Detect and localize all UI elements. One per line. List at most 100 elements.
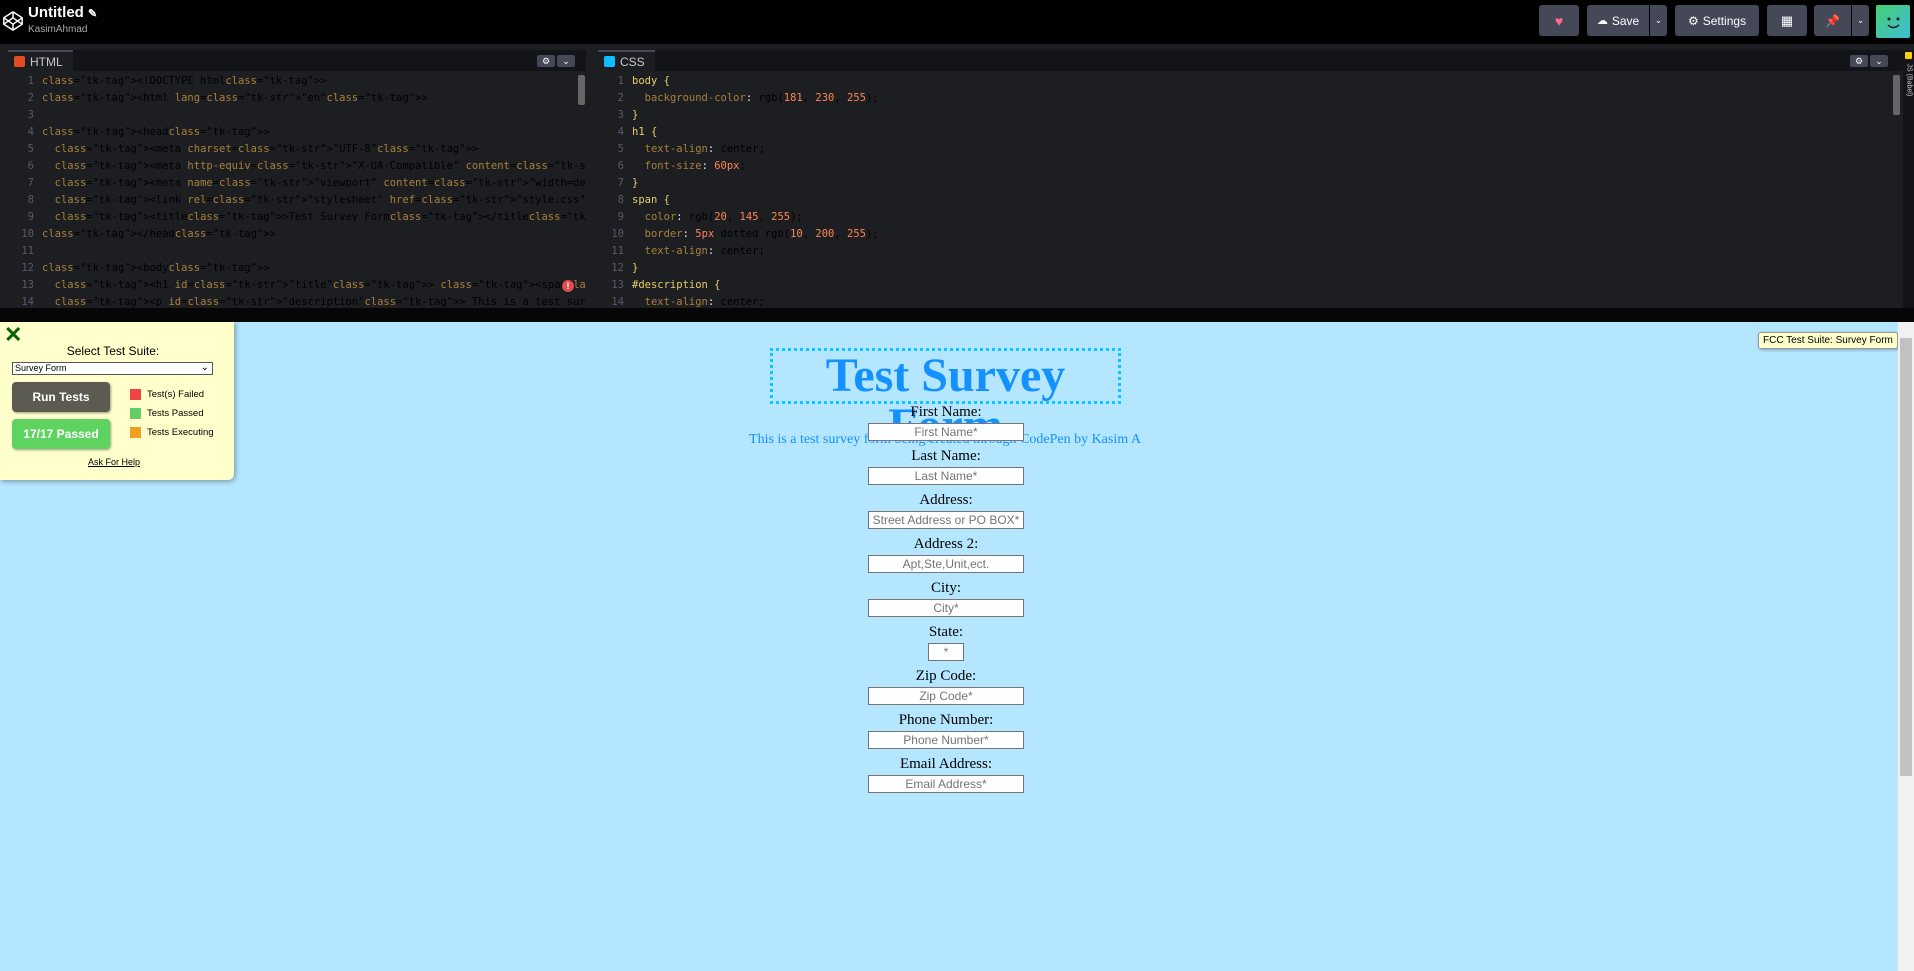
code-text: class="tk-tag"><link rel=class="tk-str">… — [54, 194, 586, 206]
form-field: Address 2: Apt,Ste,Unit,ect. — [868, 536, 1024, 573]
js-side-label: JS (Babel) — [1905, 63, 1913, 97]
html-code-line[interactable]: 12 class="tk-tag"><bodyclass="tk-tag">> — [8, 260, 586, 277]
text-input[interactable]: Last Name* — [868, 467, 1024, 485]
html-code-line[interactable]: 7 class="tk-tag"><meta name=class="tk-st… — [8, 175, 586, 192]
code-text: span { — [632, 194, 670, 206]
test-suite-select[interactable]: Survey Form ⌄ — [12, 362, 213, 375]
css-code-line[interactable]: 10 border: 5px dotted rgb(10, 200, 255); — [598, 226, 1903, 243]
pin-dropdown-button[interactable]: ⌄ — [1852, 5, 1869, 36]
text-input[interactable]: * — [928, 643, 964, 661]
error-icon[interactable]: ! — [562, 280, 574, 292]
chevron-down-icon: ⌄ — [1654, 15, 1663, 25]
line-number: 7 — [617, 177, 624, 189]
css-collapse-button[interactable]: ⌄ — [1870, 55, 1888, 67]
css-settings-button[interactable]: ⚙ — [1850, 55, 1868, 67]
preview-scrollbar-thumb[interactable] — [1900, 338, 1912, 776]
pen-author[interactable]: KasimAhmad — [28, 24, 87, 35]
run-tests-button[interactable]: Run Tests — [12, 382, 110, 412]
close-icon[interactable]: ✕ — [4, 324, 22, 346]
text-input[interactable]: Phone Number* — [868, 731, 1024, 749]
field-label: Address: — [919, 492, 973, 508]
css-code-line[interactable]: 2 background-color: rgb(181, 230, 255); — [598, 90, 1903, 107]
html-editor[interactable]: HTML ⚙ ⌄ 1 class="tk-tag"><!DOCTYPE htmlc… — [8, 50, 586, 308]
html-code-line[interactable]: 5 class="tk-tag"><meta charset=class="tk… — [8, 141, 586, 158]
html-code-line[interactable]: 1 class="tk-tag"><!DOCTYPE htmlclass="tk-… — [8, 73, 586, 90]
css-editor-scrollbar[interactable] — [1893, 75, 1900, 115]
html-code-line[interactable]: 14 class="tk-tag"><p id=class="tk-str">"… — [8, 294, 586, 308]
text-input[interactable]: Apt,Ste,Unit,ect. — [868, 555, 1024, 573]
text-input[interactable]: City* — [868, 599, 1024, 617]
html-code-line[interactable]: 13 class="tk-tag"><h1 id=class="tk-str">… — [8, 277, 586, 294]
pen-title[interactable]: Untitled ✎ — [28, 4, 97, 21]
preview-scrollbar[interactable] — [1898, 322, 1914, 971]
css-code-line[interactable]: 9 color: rgb(20, 145, 255); — [598, 209, 1903, 226]
html-settings-button[interactable]: ⚙ — [537, 55, 555, 67]
html-code-line[interactable]: 2 class="tk-tag"><html lang=class="tk-str… — [8, 90, 586, 107]
html-editor-scrollbar[interactable] — [578, 75, 585, 105]
code-text: color: rgb(20, 145, 255); — [644, 211, 803, 223]
html-code-line[interactable]: 11 — [8, 243, 586, 260]
legend-executing: Tests Executing — [130, 427, 214, 438]
css-code-line[interactable]: 6 font-size: 60px; — [598, 158, 1903, 175]
gear-icon: ⚙ — [1687, 13, 1699, 28]
failed-swatch — [130, 389, 141, 400]
code-text: class="tk-tag"><!DOCTYPE htmlclass="tk-t… — [42, 75, 327, 87]
ask-for-help-link[interactable]: Ask For Help — [88, 457, 140, 467]
tab-css[interactable]: CSS — [598, 50, 655, 71]
fcc-test-panel: ✕ Select Test Suite: Survey Form ⌄ Run T… — [0, 322, 234, 480]
css-code-line[interactable]: 14 text-align: center; — [598, 294, 1903, 308]
line-number: 9 — [617, 211, 624, 223]
form-field: Phone Number: Phone Number* — [868, 712, 1024, 749]
text-input[interactable]: First Name* — [868, 423, 1024, 441]
love-button[interactable]: ♥ — [1539, 5, 1579, 36]
line-number: 3 — [617, 109, 624, 121]
layout-grid-icon: ▦ — [1780, 12, 1794, 28]
line-number: 9 — [27, 211, 34, 223]
js-editor-collapsed[interactable]: JS (Babel) — [1903, 50, 1914, 308]
css-code-line[interactable]: 11 text-align: center; — [598, 243, 1903, 260]
css-code[interactable]: 1 body {2 background-color: rgb(181, 230,… — [598, 73, 1903, 308]
pin-button[interactable]: 📌 — [1814, 5, 1851, 36]
save-dropdown-button[interactable]: ⌄ — [1650, 5, 1667, 36]
css-editor-tabbar: CSS ⚙ ⌄ — [598, 50, 1903, 71]
text-input[interactable]: Email Address* — [868, 775, 1024, 793]
tab-html[interactable]: HTML — [8, 50, 73, 71]
code-text: body { — [632, 75, 670, 87]
html-code-line[interactable]: 3 — [8, 107, 586, 124]
html-code-line[interactable]: 8 class="tk-tag"><link rel=class="tk-str… — [8, 192, 586, 209]
code-text: text-align: center; — [644, 143, 765, 155]
user-avatar[interactable] — [1876, 5, 1910, 38]
settings-button[interactable]: ⚙ Settings — [1675, 5, 1759, 36]
form-field: Last Name: Last Name* — [868, 448, 1024, 485]
html-code-line[interactable]: 6 class="tk-tag"><meta http-equiv=class=… — [8, 158, 586, 175]
css-code-line[interactable]: 3} — [598, 107, 1903, 124]
text-input[interactable]: Street Address or PO BOX* — [868, 511, 1024, 529]
html-code[interactable]: 1 class="tk-tag"><!DOCTYPE htmlclass="tk-… — [8, 73, 586, 308]
test-results-button[interactable]: 17/17 Passed — [12, 419, 110, 449]
change-view-button[interactable]: ▦ — [1767, 5, 1807, 36]
text-input[interactable]: Zip Code* — [868, 687, 1024, 705]
html-code-line[interactable]: 4 class="tk-tag"><headclass="tk-tag">> — [8, 124, 586, 141]
fcc-suite-toggle[interactable]: FCC Test Suite: Survey Form — [1758, 332, 1898, 349]
line-number: 6 — [617, 160, 624, 172]
html-code-line[interactable]: 9 class="tk-tag"><titleclass="tk-tag">>T… — [8, 209, 586, 226]
code-text: class="tk-tag"></headclass="tk-tag">> — [42, 228, 276, 240]
line-number: 2 — [27, 92, 34, 104]
code-text: class="tk-tag"><p id=class="tk-str">"des… — [54, 296, 586, 308]
css-code-line[interactable]: 7} — [598, 175, 1903, 192]
css-code-line[interactable]: 4 h1 { — [598, 124, 1903, 141]
css-code-line[interactable]: 5 text-align: center; — [598, 141, 1903, 158]
css-code-line[interactable]: 12} — [598, 260, 1903, 277]
line-number: 3 — [27, 109, 34, 121]
css-code-line[interactable]: 1 body { — [598, 73, 1903, 90]
preview-resizer[interactable] — [0, 308, 1914, 322]
codepen-logo-icon[interactable] — [2, 10, 24, 32]
css-code-line[interactable]: 13 #description { — [598, 277, 1903, 294]
css-editor[interactable]: CSS ⚙ ⌄ 1 body {2 background-color: rgb(1… — [598, 50, 1903, 308]
save-button[interactable]: ☁ Save — [1587, 5, 1649, 36]
css-code-line[interactable]: 8 span { — [598, 192, 1903, 209]
html-code-line[interactable]: 10 class="tk-tag"></headclass="tk-tag">> — [8, 226, 586, 243]
edit-pencil-icon[interactable]: ✎ — [88, 8, 97, 20]
html-collapse-button[interactable]: ⌄ — [557, 55, 575, 67]
line-number: 14 — [21, 296, 34, 308]
